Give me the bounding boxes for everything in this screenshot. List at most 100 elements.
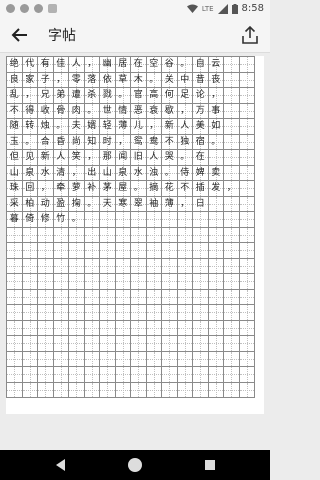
- grid-character: ，: [56, 74, 66, 85]
- grid-cell: [208, 274, 224, 290]
- grid-character: 见: [25, 152, 35, 162]
- nav-recents-icon[interactable]: [205, 460, 215, 470]
- grid-cell: [146, 320, 162, 336]
- nav-home-icon[interactable]: [128, 458, 142, 472]
- grid-character: 浊: [149, 167, 159, 178]
- grid-cell: 家: [22, 72, 38, 88]
- app-bar: 字帖: [0, 18, 270, 53]
- grid-character: 牵: [56, 183, 66, 193]
- grid-cell: [38, 243, 54, 259]
- grid-cell: [146, 305, 162, 321]
- grid-cell: [53, 243, 69, 259]
- grid-cell: [146, 243, 162, 259]
- grid-cell: 合: [38, 134, 54, 150]
- grid-cell: 萝: [69, 181, 85, 197]
- grid-character: 落: [87, 74, 97, 85]
- grid-cell: 珠: [7, 181, 23, 197]
- grid-cell: ，: [69, 165, 85, 181]
- grid-character: 人: [180, 121, 190, 131]
- grid-cell: [224, 336, 240, 352]
- grid-cell: [69, 320, 85, 336]
- grid-character: 人: [56, 152, 66, 162]
- nav-back-icon[interactable]: [56, 459, 66, 471]
- grid-cell: 得: [22, 103, 38, 119]
- grid-cell: 幽: [100, 57, 116, 73]
- grid-cell: 天: [100, 196, 116, 212]
- grid-cell: [224, 289, 240, 305]
- grid-character: 兄: [40, 90, 50, 100]
- grid-cell: [208, 150, 224, 166]
- grid-character: 云: [211, 59, 221, 69]
- grid-cell: [162, 382, 178, 398]
- back-button[interactable]: [8, 23, 32, 47]
- grid-cell: 官: [131, 88, 147, 104]
- grid-cell: [131, 367, 147, 383]
- share-button[interactable]: [238, 23, 262, 47]
- grid-character: ，: [25, 90, 35, 100]
- grid-character: 补: [87, 183, 97, 193]
- grid-character: 柏: [25, 198, 35, 209]
- grid-cell: [239, 88, 255, 104]
- grid-cell: 。: [162, 165, 178, 181]
- grid-cell: [239, 258, 255, 274]
- grid-cell: [224, 165, 240, 181]
- grid-cell: [7, 274, 23, 290]
- grid-character: 戮: [102, 90, 112, 100]
- grid-cell: 。: [208, 134, 224, 150]
- grid-cell: [239, 289, 255, 305]
- grid-character: ，: [40, 183, 50, 193]
- grid-cell: 山: [100, 165, 116, 181]
- grid-cell: 见: [22, 150, 38, 166]
- grid-cell: 新: [162, 119, 178, 135]
- grid-cell: [193, 305, 209, 321]
- grid-cell: [177, 305, 193, 321]
- grid-cell: 旧: [131, 150, 147, 166]
- grid-cell: 婢: [193, 165, 209, 181]
- grid-character: 泉: [25, 167, 35, 178]
- grid-character: 转: [25, 121, 35, 131]
- grid-character: 居: [118, 59, 128, 69]
- grid-cell: [84, 320, 100, 336]
- grid-cell: [177, 227, 193, 243]
- grid-character: 丧: [211, 74, 221, 85]
- grid-character: 不: [180, 183, 190, 193]
- grid-character: 倚: [25, 214, 35, 224]
- grid-cell: [131, 336, 147, 352]
- grid-cell: [53, 227, 69, 243]
- grid-cell: [239, 227, 255, 243]
- grid-cell: [38, 305, 54, 321]
- grid-cell: 回: [22, 181, 38, 197]
- grid-cell: [115, 212, 131, 228]
- grid-cell: [224, 351, 240, 367]
- grid-character: 。: [211, 136, 221, 147]
- grid-cell: [38, 320, 54, 336]
- grid-cell: [69, 351, 85, 367]
- grid-cell: [22, 227, 38, 243]
- grid-cell: [84, 382, 100, 398]
- grid-cell: [7, 243, 23, 259]
- grid-cell: [38, 382, 54, 398]
- grid-cell: 哭: [162, 150, 178, 166]
- grid-cell: [131, 289, 147, 305]
- practice-grid: 绝代有佳人，幽居在空谷。自云良家子，零落依草木。关中昔丧乱，兄弟遭杀戮。官高何足…: [6, 56, 255, 398]
- grid-cell: 落: [84, 72, 100, 88]
- grid-cell: [224, 243, 240, 259]
- grid-cell: 不: [162, 134, 178, 150]
- grid-cell: 居: [115, 57, 131, 73]
- grid-cell: [131, 227, 147, 243]
- grid-character: 随: [9, 121, 19, 131]
- grid-cell: 轻: [100, 119, 116, 135]
- grid-cell: [224, 103, 240, 119]
- grid-character: 。: [164, 167, 174, 178]
- grid-character: 骨: [56, 105, 66, 116]
- notification-icon: [34, 4, 43, 13]
- grid-cell: 足: [177, 88, 193, 104]
- grid-character: 。: [133, 183, 143, 193]
- grid-cell: [193, 320, 209, 336]
- grid-cell: ，: [38, 181, 54, 197]
- grid-character: ，: [180, 105, 190, 116]
- grid-cell: 茅: [100, 181, 116, 197]
- grid-character: 人: [71, 59, 81, 69]
- grid-character: 何: [164, 90, 174, 100]
- grid-cell: [193, 258, 209, 274]
